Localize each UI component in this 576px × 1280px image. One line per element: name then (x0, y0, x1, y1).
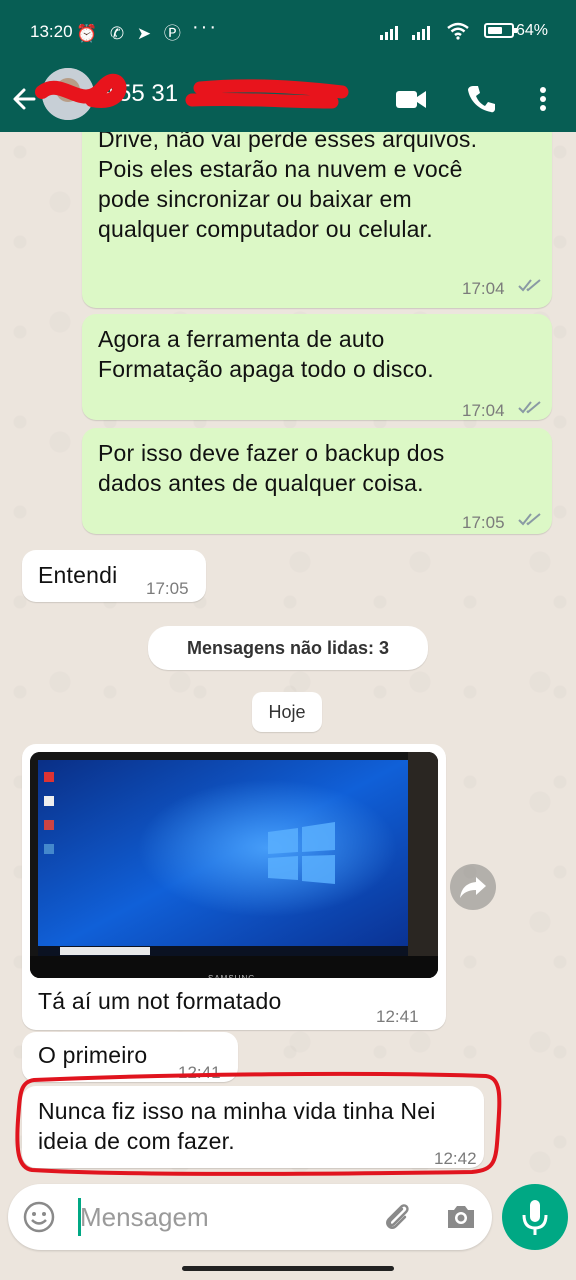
message-time: 17:04 (462, 401, 505, 420)
signal-icon (380, 26, 398, 40)
signal-icon-2 (412, 26, 430, 40)
more-vert-icon[interactable] (528, 82, 558, 116)
message-input-bar (8, 1184, 492, 1250)
message-text: Agora a ferramenta de auto Formatação ap… (98, 326, 434, 382)
camera-icon[interactable] (444, 1200, 478, 1234)
emoji-icon[interactable] (22, 1200, 56, 1234)
more-notifications-icon: ··· (192, 16, 218, 38)
forward-icon (460, 877, 486, 898)
read-ticks-icon (518, 401, 541, 414)
battery-percent: 64% (515, 22, 548, 39)
home-gesture-handle[interactable] (182, 1266, 394, 1271)
message-time: 17:05 (462, 513, 505, 532)
mic-icon (522, 1200, 548, 1235)
image-message-bubble[interactable]: SAMSUNG Tá aí um not formatado 12:41 (22, 744, 446, 1030)
photo-thumbnail[interactable]: SAMSUNG (30, 752, 438, 978)
phone-icon[interactable] (464, 82, 498, 116)
read-ticks-icon (518, 279, 541, 292)
message-time: 17:05 (146, 579, 189, 598)
video-call-icon[interactable] (394, 82, 428, 116)
message-input[interactable] (72, 1196, 380, 1238)
message-bubble-outgoing[interactable]: Se copiar os arquivos para o Google Driv… (82, 132, 552, 308)
battery-icon (484, 23, 517, 38)
message-time: 12:41 (376, 1007, 419, 1026)
message-bubble-outgoing[interactable]: Agora a ferramenta de auto Formatação ap… (82, 314, 552, 420)
redaction-scribble (35, 73, 349, 109)
message-time: 17:04 (462, 279, 505, 298)
unread-messages-banner: Mensagens não lidas: 3 (148, 626, 428, 670)
message-text: Se copiar os arquivos para o Google Driv… (98, 132, 478, 242)
message-text: Por isso deve fazer o backup dos dados a… (98, 440, 445, 496)
notification-icons: ⏰ ✆ ➤ Ⓟ (76, 24, 185, 43)
navigation-bar (0, 1258, 576, 1280)
date-divider: Hoje (252, 692, 322, 732)
message-bubble-incoming[interactable]: Entendi 17:05 (22, 550, 206, 602)
paperclip-icon[interactable] (380, 1200, 414, 1234)
monitor-brand: SAMSUNG (208, 964, 255, 978)
forward-button[interactable] (450, 864, 496, 910)
message-text: Tá aí um not formatado (38, 988, 282, 1014)
chat-header: +55 31 (0, 68, 576, 132)
read-ticks-icon (518, 513, 541, 526)
status-bar: 13:20 ⏰ ✆ ➤ Ⓟ ··· 64% (0, 0, 576, 68)
chat-area[interactable]: Se copiar os arquivos para o Google Driv… (0, 132, 576, 1182)
monitor-photo (30, 752, 438, 978)
status-time: 13:20 (30, 22, 73, 41)
wifi-icon (447, 22, 469, 40)
highlight-annotation (15, 1071, 502, 1176)
message-bubble-outgoing[interactable]: Por isso deve fazer o backup dos dados a… (82, 428, 552, 534)
voice-message-button[interactable] (502, 1184, 568, 1250)
